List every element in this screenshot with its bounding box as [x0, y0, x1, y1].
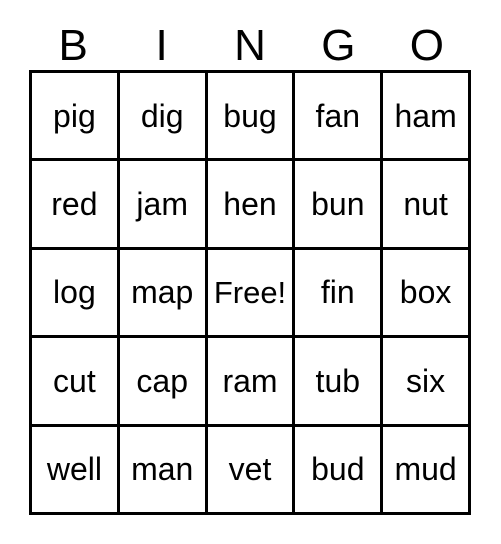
bingo-cell-label: box — [399, 274, 452, 311]
bingo-cell[interactable]: ram — [207, 338, 296, 427]
bingo-cell[interactable]: bug — [207, 73, 296, 162]
bingo-cell[interactable]: fan — [295, 73, 384, 162]
bingo-cell[interactable]: log — [32, 249, 120, 339]
bingo-cell-label: fin — [320, 274, 355, 311]
bingo-header-row: B I N G O — [29, 22, 471, 70]
bingo-cell-label: red — [51, 186, 98, 223]
bingo-cell-label: fan — [315, 97, 361, 134]
bingo-cell[interactable]: pig — [32, 73, 120, 162]
bingo-cell-label: ram — [222, 362, 278, 399]
bingo-cell[interactable]: ham — [383, 73, 471, 162]
bingo-cell-label: hen — [223, 186, 277, 223]
bingo-cell[interactable]: jam — [119, 161, 208, 250]
bingo-grid: pig dig bug fan ham red jam hen bun nut … — [29, 70, 471, 515]
bingo-cell-label: bud — [311, 451, 365, 488]
bingo-cell-label: cap — [136, 362, 188, 399]
bingo-cell-label: mud — [394, 451, 457, 488]
bingo-cell[interactable]: dig — [119, 73, 208, 162]
bingo-cell[interactable]: six — [383, 338, 471, 427]
bingo-cell[interactable]: cut — [32, 338, 120, 427]
bingo-header-letter-o: O — [409, 21, 444, 70]
bingo-cell-label: log — [53, 274, 96, 311]
bingo-cell[interactable]: box — [383, 249, 471, 339]
bingo-cell[interactable]: tub — [295, 338, 384, 427]
bingo-cell[interactable]: mud — [383, 426, 471, 515]
bingo-cell[interactable]: well — [32, 426, 120, 515]
bingo-free-space-label: Free! — [213, 274, 287, 310]
bingo-card: B I N G O pig dig bug fan ham red jam he… — [0, 0, 501, 544]
bingo-cell-label: pig — [53, 97, 96, 134]
bingo-header-letter-i: I — [155, 21, 168, 70]
bingo-cell[interactable]: hen — [207, 161, 296, 250]
bingo-header-letter-n: N — [234, 21, 266, 70]
bingo-cell-label: jam — [136, 186, 188, 223]
bingo-cell[interactable]: fin — [295, 249, 384, 339]
bingo-cell-label: vet — [228, 451, 272, 488]
bingo-cell-label: bug — [223, 97, 277, 134]
bingo-cell-label: ham — [394, 97, 457, 134]
bingo-cell[interactable]: bud — [295, 426, 384, 515]
bingo-cell[interactable]: vet — [207, 426, 296, 515]
bingo-cell[interactable]: bun — [295, 161, 384, 250]
bingo-cell-label: dig — [140, 97, 184, 134]
bingo-cell[interactable]: nut — [383, 161, 471, 250]
bingo-free-space-cell[interactable]: Free! — [207, 249, 296, 339]
bingo-cell[interactable]: red — [32, 161, 120, 250]
bingo-cell-label: well — [46, 451, 102, 488]
bingo-cell-label: man — [131, 451, 194, 488]
bingo-header-letter-g: G — [321, 21, 356, 70]
bingo-cell-label: cut — [53, 362, 96, 399]
bingo-cell[interactable]: man — [119, 426, 208, 515]
bingo-cell-label: nut — [403, 186, 448, 223]
bingo-cell-label: map — [131, 274, 194, 311]
bingo-cell-label: six — [406, 362, 446, 399]
bingo-cell[interactable]: map — [119, 249, 208, 339]
bingo-cell-label: bun — [311, 186, 365, 223]
bingo-cell-label: tub — [315, 362, 361, 399]
bingo-cell[interactable]: cap — [119, 338, 208, 427]
bingo-header-letter-b: B — [58, 21, 88, 70]
